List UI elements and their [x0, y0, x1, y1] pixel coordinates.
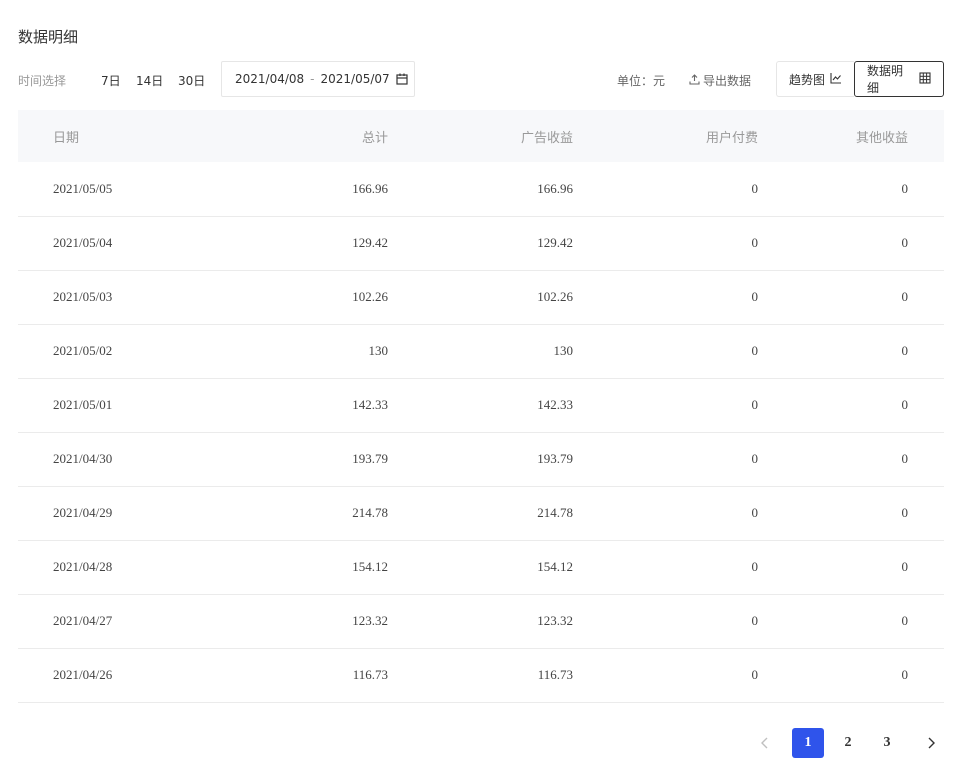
cell-total: 154.12 — [352, 559, 388, 574]
cell-user-payment: 0 — [751, 289, 759, 304]
cell-total: 123.32 — [352, 613, 388, 628]
table-row: 2021/04/27 123.32 123.32 0 0 — [18, 594, 944, 648]
table-row: 2021/04/29 214.78 214.78 0 0 — [18, 486, 944, 540]
range-7d-button[interactable]: 7日 — [101, 72, 121, 89]
cell-ad-revenue: 142.33 — [537, 397, 573, 412]
header-user-payment: 用户付费 — [705, 130, 758, 146]
unit-label: 单位：元 — [617, 74, 666, 88]
cell-user-payment: 0 — [751, 505, 759, 520]
toolbar: 时间选择 7日 14日 30日 2021/04/08 - 2021/05/07 … — [18, 61, 944, 97]
cell-ad-revenue: 154.12 — [537, 559, 573, 574]
table-row: 2021/05/05 166.96 166.96 0 0 — [18, 162, 944, 216]
table-row: 2021/05/02 130 130 0 0 — [18, 324, 944, 378]
cell-ad-revenue: 116.73 — [537, 667, 573, 682]
cell-user-payment: 0 — [751, 667, 759, 682]
prev-page-button[interactable] — [756, 734, 774, 752]
range-30d-button[interactable]: 30日 — [178, 72, 205, 89]
cell-other-revenue: 0 — [901, 451, 909, 466]
cell-date: 2021/05/05 — [53, 180, 113, 196]
export-label: 导出数据 — [703, 74, 752, 88]
date-range-picker[interactable]: 2021/04/08 - 2021/05/07 — [221, 61, 415, 97]
page-3-button[interactable]: 3 — [871, 728, 903, 758]
time-filter-label: 时间选择 — [18, 74, 67, 88]
table-row: 2021/05/03 102.26 102.26 0 0 — [18, 270, 944, 324]
cell-other-revenue: 0 — [901, 505, 909, 520]
table-row: 2021/04/30 193.79 193.79 0 0 — [18, 432, 944, 486]
cell-date: 2021/04/27 — [53, 613, 113, 628]
table-header-row: 日期 总计 广告收益 用户付费 其他收益 — [18, 110, 944, 162]
page-title: 数据明细 — [18, 28, 79, 46]
cell-user-payment: 0 — [751, 559, 759, 574]
range-14d-button[interactable]: 14日 — [136, 72, 163, 89]
cell-user-payment: 0 — [751, 180, 759, 196]
cell-other-revenue: 0 — [901, 397, 909, 412]
cell-date: 2021/04/26 — [53, 667, 113, 682]
header-ad-revenue: 广告收益 — [520, 130, 573, 146]
cell-user-payment: 0 — [751, 397, 759, 412]
cell-date: 2021/05/03 — [53, 289, 113, 304]
cell-date: 2021/04/28 — [53, 559, 113, 574]
cell-total: 214.78 — [352, 505, 388, 520]
page-2-button[interactable]: 2 — [832, 728, 864, 758]
cell-date: 2021/04/29 — [53, 505, 113, 520]
cell-ad-revenue: 193.79 — [537, 451, 573, 466]
cell-date: 2021/05/04 — [53, 235, 113, 250]
cell-other-revenue: 0 — [901, 289, 909, 304]
table-row: 2021/05/04 129.42 129.42 0 0 — [18, 216, 944, 270]
cell-other-revenue: 0 — [901, 180, 909, 196]
cell-total: 130 — [368, 343, 389, 358]
cell-ad-revenue: 123.32 — [537, 613, 573, 628]
line-chart-icon — [825, 72, 842, 87]
cell-total: 116.73 — [352, 667, 388, 682]
table-row: 2021/04/26 116.73 116.73 0 0 — [18, 648, 944, 702]
header-other-revenue: 其他收益 — [855, 130, 908, 146]
cell-date: 2021/05/01 — [53, 397, 113, 412]
trend-label: 趋势图 — [789, 72, 826, 87]
detail-view-button[interactable]: 数据明细 — [854, 61, 944, 97]
cell-other-revenue: 0 — [901, 235, 909, 250]
page-1-button[interactable]: 1 — [792, 728, 824, 758]
trend-view-button[interactable]: 趋势图 — [776, 61, 854, 97]
cell-user-payment: 0 — [751, 235, 759, 250]
detail-label: 数据明细 — [867, 64, 904, 95]
data-table: 日期 总计 广告收益 用户付费 其他收益 2021/05/05 166.96 166… — [18, 110, 944, 703]
pagination: 1 2 3 — [750, 728, 950, 758]
cell-other-revenue: 0 — [901, 559, 909, 574]
cell-ad-revenue: 214.78 — [537, 505, 573, 520]
chevron-left-icon — [761, 737, 768, 749]
export-data-button[interactable]: 导出数据 — [689, 72, 751, 89]
calendar-icon — [396, 73, 408, 85]
cell-user-payment: 0 — [751, 613, 759, 628]
cell-total: 142.33 — [352, 397, 388, 412]
cell-total: 166.96 — [352, 180, 388, 196]
cell-other-revenue: 0 — [901, 613, 909, 628]
date-start: 2021/04/08 — [235, 72, 305, 86]
header-date: 日期 — [53, 130, 80, 146]
cell-user-payment: 0 — [751, 343, 759, 358]
header-total: 总计 — [361, 130, 388, 146]
cell-total: 129.42 — [352, 235, 388, 250]
cell-total: 193.79 — [352, 451, 388, 466]
cell-ad-revenue: 166.96 — [537, 180, 573, 196]
cell-user-payment: 0 — [751, 451, 759, 466]
cell-ad-revenue: 129.42 — [537, 235, 573, 250]
cell-ad-revenue: 130 — [553, 343, 574, 358]
cell-total: 102.26 — [352, 289, 388, 304]
cell-ad-revenue: 102.26 — [537, 289, 573, 304]
chevron-right-icon — [928, 737, 935, 749]
date-separator: - — [310, 72, 315, 86]
table-row: 2021/05/01 142.33 142.33 0 0 — [18, 378, 944, 432]
table-row: 2021/04/28 154.12 154.12 0 0 — [18, 540, 944, 594]
cell-date: 2021/05/02 — [53, 343, 113, 358]
next-page-button[interactable] — [922, 734, 940, 752]
date-end: 2021/05/07 — [320, 72, 390, 86]
cell-other-revenue: 0 — [901, 667, 909, 682]
cell-other-revenue: 0 — [901, 343, 909, 358]
table-icon — [914, 71, 931, 87]
upload-icon — [689, 73, 703, 88]
cell-date: 2021/04/30 — [53, 451, 113, 466]
